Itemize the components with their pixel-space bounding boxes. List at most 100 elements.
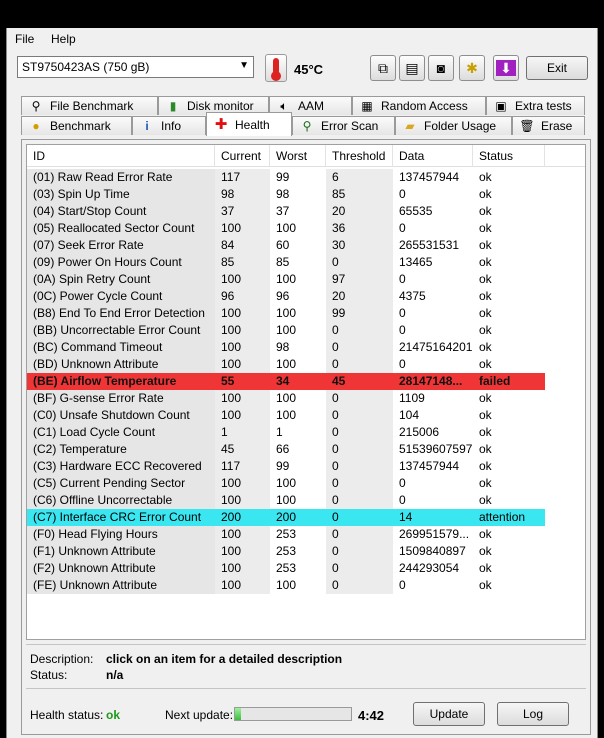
cell-threshold: 30 — [326, 237, 393, 254]
tab-error-scan[interactable]: ⚲ Error Scan — [292, 116, 395, 135]
table-row[interactable]: (F0) Head Flying Hours 100 253 0 269951579..… — [27, 526, 545, 543]
tab-random-access[interactable]: ▦ Random Access — [352, 96, 486, 115]
table-row[interactable]: (09) Power On Hours Count 85 85 0 13465 ok — [27, 254, 545, 271]
tab-info[interactable]: i Info — [132, 116, 206, 135]
cell-worst: 100 — [276, 578, 297, 592]
extra-tests-icon: ▣ — [495, 99, 507, 113]
cell-id: (F0) Head Flying Hours — [27, 526, 215, 543]
cell-current: 98 — [215, 186, 270, 203]
table-row[interactable]: (BC) Command Timeout 100 98 0 21475164201 ok — [27, 339, 545, 356]
cell-id: (C6) Offline Uncorrectable — [27, 492, 215, 509]
update-button[interactable]: Update — [413, 702, 485, 726]
table-row[interactable]: (BE) Airflow Temperature 55 34 45 28147148..… — [27, 373, 545, 390]
options-button[interactable]: ✱ — [459, 55, 485, 81]
table-row[interactable]: (C3) Hardware ECC Recovered 117 99 0 1374579… — [27, 458, 545, 475]
table-row[interactable]: (C5) Current Pending Sector 100 100 0 0 ok — [27, 475, 545, 492]
table-row[interactable]: (C1) Load Cycle Count 1 1 0 215006 ok — [27, 424, 545, 441]
cell-data: 0 — [399, 272, 406, 286]
cell-id: (BD) Unknown Attribute — [27, 356, 215, 373]
cell-data: 1509840897 — [399, 544, 466, 558]
table-row[interactable]: (0A) Spin Retry Count 100 100 97 0 ok — [27, 271, 545, 288]
cell-data: 13465 — [399, 255, 433, 269]
cell-worst: 98 — [276, 340, 290, 354]
table-row[interactable]: (BF) G-sense Error Rate 100 100 0 1109 ok — [27, 390, 545, 407]
trash-icon: 🗑︎ — [519, 119, 535, 133]
col-worst[interactable]: Worst — [270, 145, 326, 167]
cell-current: 117 — [215, 458, 270, 475]
cell-threshold: 20 — [326, 203, 393, 220]
table-row[interactable]: (B8) End To End Error Detection 100 100 99 0… — [27, 305, 545, 322]
table-row[interactable]: (BB) Uncorrectable Error Count 100 100 0 0 ok — [27, 322, 545, 339]
cell-threshold: 0 — [326, 339, 393, 356]
cell-worst: 34 — [270, 373, 326, 390]
progress-fill — [235, 708, 241, 720]
cell-threshold: 0 — [326, 458, 393, 475]
table-row[interactable]: (07) Seek Error Rate 84 60 30 265531531 ok — [27, 237, 545, 254]
cell-current: 100 — [215, 543, 270, 560]
table-row[interactable]: (01) Raw Read Error Rate 117 99 6 137457944 o… — [27, 169, 545, 186]
cell-id: (BE) Airflow Temperature — [27, 373, 215, 390]
table-row[interactable]: (C7) Interface CRC Error Count 200 200 0 14 a… — [27, 509, 545, 526]
table-row[interactable]: (C6) Offline Uncorrectable 100 100 0 0 ok — [27, 492, 545, 509]
cell-status: ok — [473, 288, 545, 305]
cell-status: ok — [473, 390, 545, 407]
table-row[interactable]: (F2) Unknown Attribute 100 253 0 244293054 ok — [27, 560, 545, 577]
temperature-readout: 45°C — [294, 62, 324, 77]
cell-data: 0 — [399, 357, 406, 371]
cell-threshold: 20 — [326, 288, 393, 305]
cell-threshold: 0 — [326, 475, 393, 492]
col-status[interactable]: Status — [473, 145, 545, 167]
cell-status: ok — [473, 492, 545, 509]
drive-select[interactable]: ST9750423AS (750 gB) ▼ — [17, 56, 254, 78]
table-row[interactable]: (FE) Unknown Attribute 100 100 0 0 ok — [27, 577, 545, 594]
table-row[interactable]: (C2) Temperature 45 66 0 51539607597 ok — [27, 441, 545, 458]
menu-file[interactable]: File — [15, 32, 34, 46]
table-row[interactable]: (04) Start/Stop Count 37 37 20 65535 ok — [27, 203, 545, 220]
cell-worst: 100 — [276, 476, 297, 490]
tab-erase[interactable]: 🗑︎ Erase — [512, 116, 585, 135]
screenshot-button[interactable]: ◙ — [428, 55, 454, 81]
col-threshold[interactable]: Threshold — [326, 145, 393, 167]
tab-label: Random Access — [381, 99, 468, 113]
cell-worst: 100 — [276, 408, 297, 422]
table-row[interactable]: (F1) Unknown Attribute 100 253 0 1509840897 o… — [27, 543, 545, 560]
menu-help[interactable]: Help — [51, 32, 76, 46]
table-row[interactable]: (05) Reallocated Sector Count 100 100 36 0 ok — [27, 220, 545, 237]
cell-id: (04) Start/Stop Count — [27, 203, 215, 220]
red-cross-icon: ✚ — [214, 116, 228, 133]
col-data[interactable]: Data — [393, 145, 473, 167]
cell-current: 100 — [215, 339, 270, 356]
save-button[interactable]: ⬇ — [493, 55, 519, 81]
tab-benchmark[interactable]: ● Benchmark — [21, 116, 132, 135]
log-button[interactable]: Log — [497, 702, 569, 726]
tab-folder-usage[interactable]: ▰ Folder Usage — [395, 116, 512, 135]
table-row[interactable]: (0C) Power Cycle Count 96 96 20 4375 ok — [27, 288, 545, 305]
cell-worst: 37 — [276, 204, 290, 218]
col-current[interactable]: Current — [215, 145, 270, 167]
exit-button[interactable]: Exit — [526, 56, 588, 80]
tab-health[interactable]: ✚ Health — [206, 112, 292, 136]
cell-id: (F2) Unknown Attribute — [27, 560, 215, 577]
cell-worst: 99 — [276, 170, 290, 184]
cell-status: failed — [473, 373, 545, 390]
cell-current: 37 — [215, 203, 270, 220]
cell-current: 100 — [215, 356, 270, 373]
cell-id: (C1) Load Cycle Count — [27, 424, 215, 441]
cell-worst: 1 — [276, 425, 283, 439]
col-id[interactable]: ID — [27, 145, 215, 167]
table-row[interactable]: (BD) Unknown Attribute 100 100 0 0 ok — [27, 356, 545, 373]
table-row[interactable]: (03) Spin Up Time 98 98 85 0 ok — [27, 186, 545, 203]
copy-button[interactable]: ⧉ — [370, 55, 396, 81]
copy-icon: ⧉ — [378, 60, 388, 76]
tab-extra-tests[interactable]: ▣ Extra tests — [486, 96, 585, 115]
cell-id: (C3) Hardware ECC Recovered — [27, 458, 215, 475]
thermometer-icon — [265, 54, 287, 82]
cell-status: ok — [473, 169, 545, 186]
table-row[interactable]: (C0) Unsafe Shutdown Count 100 100 0 104 ok — [27, 407, 545, 424]
app-window: File Help ST9750423AS (750 gB) ▼ 45°C ⧉ … — [6, 28, 598, 738]
copy-text-button[interactable]: ▤ — [399, 55, 425, 81]
tab-label: Folder Usage — [424, 119, 497, 133]
cell-worst: 100 — [276, 391, 297, 405]
tab-file-benchmark[interactable]: ⚲ File Benchmark — [21, 96, 158, 115]
cell-data: 215006 — [399, 425, 440, 439]
